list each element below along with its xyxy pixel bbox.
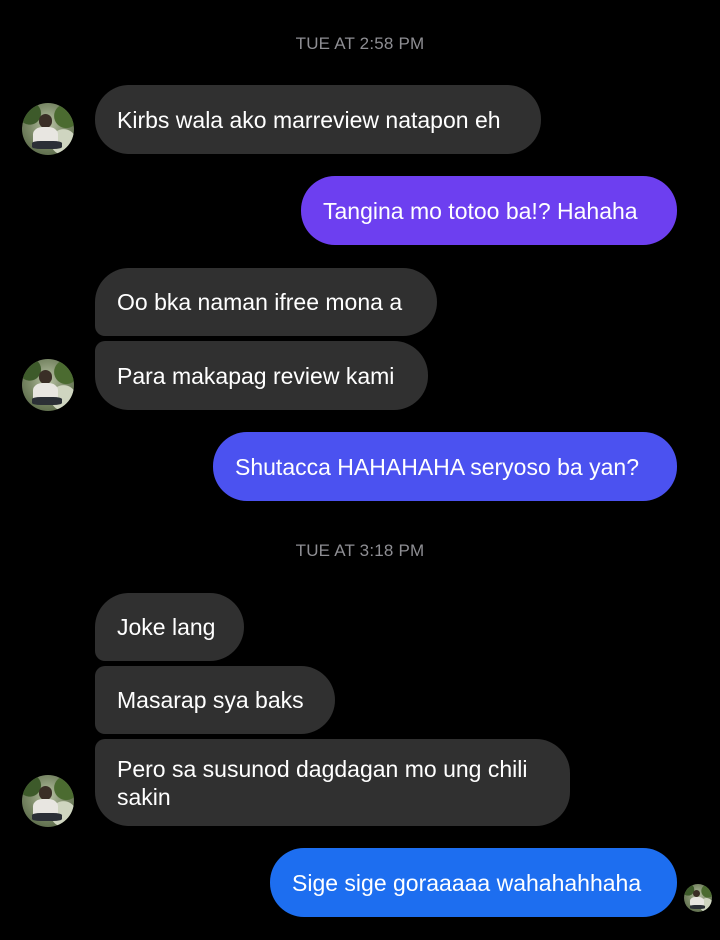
message-text: Masarap sya baks [117, 687, 304, 713]
timestamp-divider: TUE AT 2:58 PM [295, 34, 425, 53]
contact-avatar[interactable] [22, 103, 74, 155]
message-text: Para makapag review kami [117, 362, 395, 389]
message-text: Pero sa susunod dagdagan mo ung chili sa… [117, 755, 528, 810]
message-text: Shutacca HAHAHAHA seryoso ba yan? [235, 453, 639, 480]
message-text: Tangina mo totoo ba!? Hahaha [323, 197, 638, 224]
avatar-person-legs [689, 904, 706, 909]
message-text: Kirbs wala ako marreview natapon eh [117, 106, 501, 133]
contact-avatar[interactable] [22, 775, 74, 827]
avatar-person-legs [32, 813, 62, 821]
read-receipt-avatar [684, 884, 712, 912]
avatar-person-head [38, 370, 53, 384]
avatar-person-head [38, 786, 53, 800]
outgoing-message-bubble[interactable]: Tangina mo totoo ba!? Hahaha [301, 176, 677, 245]
outgoing-message-bubble[interactable]: Sige sige goraaaaa wahahahhaha [270, 848, 677, 917]
incoming-message-bubble[interactable]: Kirbs wala ako marreview natapon eh [95, 85, 541, 154]
contact-avatar[interactable] [22, 359, 74, 411]
message-text: Sige sige goraaaaa wahahahhaha [292, 869, 642, 896]
incoming-message-bubble[interactable]: Masarap sya baks [95, 666, 335, 734]
incoming-message-bubble[interactable]: Oo bka naman ifree mona a [95, 268, 437, 336]
incoming-message-bubble[interactable]: Joke lang [95, 593, 244, 661]
message-text: Oo bka naman ifree mona a [117, 289, 403, 315]
avatar-person-head [38, 114, 53, 128]
outgoing-message-bubble[interactable]: Shutacca HAHAHAHA seryoso ba yan? [213, 432, 677, 501]
message-text: Joke lang [117, 614, 216, 640]
timestamp-divider: TUE AT 3:18 PM [295, 541, 425, 560]
incoming-message-bubble[interactable]: Para makapag review kami [95, 341, 428, 410]
incoming-message-bubble[interactable]: Pero sa susunod dagdagan mo ung chili sa… [95, 739, 570, 826]
avatar-person-legs [32, 397, 62, 405]
avatar-person-legs [32, 141, 62, 149]
